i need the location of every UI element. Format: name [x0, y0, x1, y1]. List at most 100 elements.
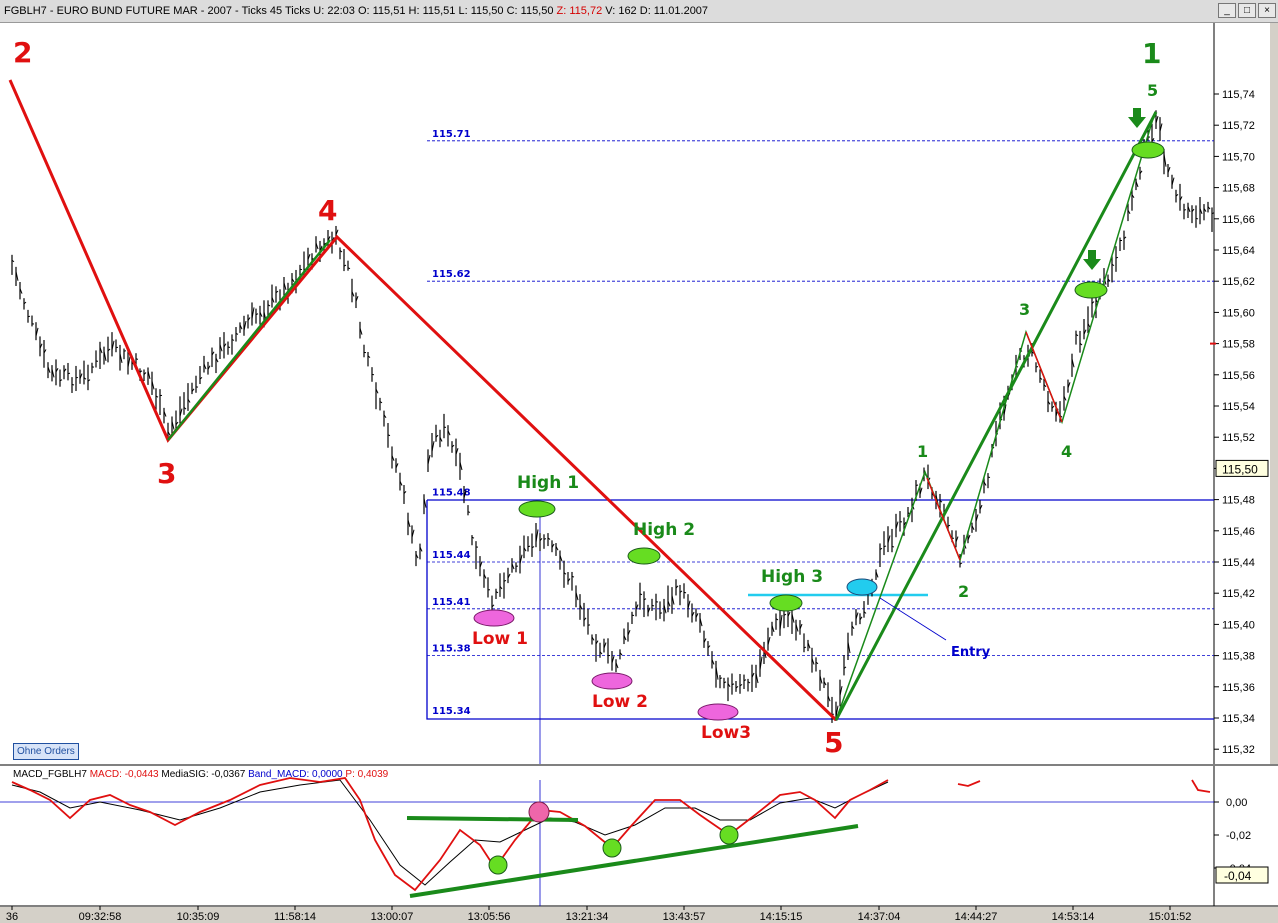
price-bar-close: [731, 683, 735, 686]
time-tick-label: 15:01:52: [1149, 911, 1192, 923]
price-bar-close: [1115, 256, 1119, 259]
orders-button[interactable]: Ohne Orders: [13, 743, 79, 760]
time-tick-label: 13:05:56: [468, 911, 511, 923]
right-scrollbar[interactable]: [1270, 23, 1278, 764]
price-bar-close: [1195, 217, 1199, 220]
macd-high-marker: [528, 801, 550, 823]
down-arrow-icon: [1128, 108, 1146, 128]
level-label: 115.34: [432, 706, 471, 717]
price-tick-label: 115,44: [1222, 557, 1255, 569]
time-tick-label: 11:58:14: [274, 911, 316, 923]
wave-label-red-2: 2: [13, 36, 32, 69]
price-tick-label: 115,52: [1222, 432, 1255, 444]
wave-label-green-2: 2: [958, 582, 969, 601]
down-arrow-icon: [1083, 250, 1101, 270]
macd-line: [11, 777, 889, 892]
price-bar-close: [299, 268, 303, 271]
level-label: 115.71: [432, 129, 471, 140]
price-tick-label: 115,56: [1222, 370, 1255, 382]
price-tick-label: 115,60: [1222, 307, 1255, 319]
price-bar-close: [135, 358, 139, 360]
macd-support-line: [409, 824, 859, 898]
wave-label-green-3: 3: [1019, 300, 1030, 319]
price-tick-label: 115,74: [1222, 89, 1255, 101]
fib-level-lines: 115.71115.62115.48115.44115.41115.38115.…: [427, 129, 1214, 717]
wave-label-green-5: 5: [1147, 81, 1158, 100]
low2-marker: [591, 672, 633, 690]
price-bar-close: [571, 575, 575, 578]
label-high-2: High 2: [633, 520, 695, 540]
time-tick-label: 09:32:58: [79, 911, 122, 923]
level-label: 115.62: [432, 269, 471, 280]
wave-label-green-4: 4: [1061, 442, 1072, 461]
chart-canvas[interactable]: 115,74 115,72 115,70 115,68 115,66 115,64 115,…: [0, 0, 1278, 923]
price-tick-label: 115,66: [1222, 214, 1255, 226]
time-tick-label: 14:53:14: [1052, 911, 1095, 923]
price-tick-label: 115,48: [1222, 495, 1255, 507]
low1-marker: [473, 609, 515, 627]
label-low-1: Low 1: [472, 629, 528, 649]
price-tick-label: 115,42: [1222, 588, 1255, 600]
target-marker-1: [1074, 281, 1108, 299]
macd-tick-label: -0,02: [1226, 830, 1251, 842]
wave-label-green-1-big: 1: [1142, 37, 1161, 70]
price-tick-label: 115,46: [1222, 526, 1255, 538]
price-tick-label: 115,38: [1222, 651, 1255, 663]
price-bar-close: [1035, 366, 1039, 368]
time-tick-label: 13:43:57: [663, 911, 706, 923]
price-bar-close: [27, 315, 31, 318]
price-tick-label: 115,62: [1222, 276, 1255, 288]
price-bars: [11, 110, 1214, 723]
wave-label-green-1: 1: [917, 442, 928, 461]
price-bar-close: [891, 545, 895, 548]
label-low-3: Low3: [701, 723, 751, 743]
price-tick-label: 115,34: [1222, 713, 1255, 725]
price-bar-close: [227, 346, 231, 348]
macd-current-label: -0,04: [1224, 869, 1252, 883]
level-label: 115.38: [432, 644, 471, 655]
price-tick-label: 115,40: [1222, 619, 1255, 631]
price-tick-label: 115,72: [1222, 120, 1255, 132]
red-wave-line: [8, 79, 838, 722]
price-tick-label: 115,36: [1222, 682, 1255, 694]
macd-resistance-line: [406, 816, 579, 822]
high3-marker: [769, 594, 803, 612]
price-bar-close: [95, 360, 99, 362]
macd-legend: MACD_FGBLH7 MACD: -0,0443 MediaSIG: -0,0…: [13, 769, 389, 780]
green-impulse-line: [834, 111, 1158, 721]
wave-label-red-5: 5: [824, 726, 843, 759]
macd-line-fragment: [957, 780, 981, 787]
macd-low-marker: [488, 855, 508, 875]
red-subwave-4: [1025, 331, 1063, 423]
time-tick-label: 13:21:34: [566, 911, 609, 923]
time-tick-label: 14:37:04: [858, 911, 901, 923]
price-bar-close: [683, 591, 687, 594]
current-price-label: 115,50: [1222, 462, 1258, 476]
wave-label-red-3: 3: [157, 457, 176, 490]
macd-signal-line: [11, 779, 889, 886]
wave-label-red-4: 4: [318, 194, 337, 227]
macd-legend-signal: MediaSIG: -0,0367: [161, 769, 245, 780]
price-tick-label: 115,68: [1222, 183, 1255, 195]
macd-axis: 0,00-0,02-0,04-0,04: [1214, 797, 1269, 884]
price-bar-close: [915, 484, 919, 486]
time-tick-label: 13:00:07: [371, 911, 414, 923]
target-marker-2: [1131, 141, 1165, 159]
level-label: 115.44: [432, 550, 471, 561]
time-tick-label: 14:15:15: [760, 911, 803, 923]
price-bar-close: [467, 511, 471, 513]
price-tick-label: 115,58: [1222, 339, 1255, 351]
label-low-2: Low 2: [592, 692, 648, 712]
high1-marker: [518, 500, 556, 518]
time-tick-label: 36: [6, 911, 18, 923]
price-tick-label: 115,54: [1222, 401, 1255, 413]
label-high-1: High 1: [517, 473, 579, 493]
high2-marker: [627, 547, 661, 565]
price-bar-close: [71, 383, 75, 386]
macd-low-marker: [719, 825, 739, 845]
label-high-3: High 3: [761, 567, 823, 587]
label-entry: Entry: [951, 645, 991, 660]
price-tick-label: 115,32: [1222, 744, 1255, 756]
price-bar-close: [543, 538, 547, 540]
macd-panel: MACD_FGBLH7 MACD: -0,0443 MediaSIG: -0,0…: [0, 769, 1214, 906]
